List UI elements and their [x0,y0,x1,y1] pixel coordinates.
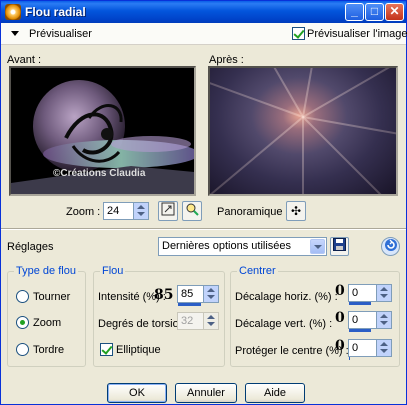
blur-type-title: Type de flou [14,265,78,277]
zoom-value: 24 [107,205,120,217]
preview-bar: Prévisualiser Prévisualiser l'image [1,23,407,45]
reset-button[interactable] [381,237,400,256]
title-bar[interactable]: Flou radial _ □ ✕ [1,1,406,23]
after-preview-image [208,66,398,196]
fit-zoom-button[interactable] [158,201,178,221]
torsion-stepper-arrows[interactable] [203,313,218,329]
preview-label: Prévisualiser [29,28,92,40]
intensity-value: 85 [181,288,194,300]
vert-offset-display: 0 [335,310,345,326]
magnifier-icon [186,203,199,216]
protect-center-stepper-arrows[interactable] [376,340,391,356]
before-watermark: ©Créations Claudia [53,168,146,179]
intensity-value-display: 85 [154,287,174,303]
minimize-button[interactable]: _ [345,3,364,21]
before-preview-image: ©Créations Claudia [9,66,196,196]
maximize-button[interactable]: □ [365,3,384,21]
presets-dropdown[interactable]: Dernières options utilisées [158,237,327,256]
elliptique-label: Elliptique [116,344,161,356]
window-title: Flou radial [25,5,86,19]
vert-offset-label: Décalage vert. (%) : [235,318,333,330]
protect-center-level-bar [349,357,350,360]
before-label: Avant : [7,54,42,66]
radio-tourner[interactable] [16,290,29,303]
radio-zoom[interactable] [16,316,29,329]
horiz-offset-value: 0 [352,287,359,299]
help-button[interactable]: Aide [245,383,305,403]
horiz-offset-level-bar [349,302,371,305]
intensity-spinbox[interactable]: 85 [177,285,219,306]
radio-tourner-label: Tourner [33,291,71,303]
vert-offset-value: 0 [352,314,359,326]
horiz-offset-label: Décalage horiz. (%) : [235,291,338,303]
torsion-value: 32 [181,315,194,327]
radio-zoom-label: Zoom [33,317,62,329]
vert-offset-level-bar [349,329,371,332]
chevron-down-icon[interactable] [310,239,325,254]
collapse-triangle-icon[interactable] [11,31,19,36]
app-icon [5,4,21,20]
pan-button[interactable]: ✣ [286,201,306,221]
horiz-offset-display: 0 [335,283,345,299]
fit-window-icon [161,202,175,216]
protect-center-label: Protéger le centre (%) : [235,345,349,357]
center-group: Centrer Décalage horiz. (%) : 0 0 Décala… [230,265,400,367]
preview-image-checkbox[interactable] [292,27,305,40]
horiz-offset-spinbox[interactable]: 0 [348,284,392,305]
refresh-icon [384,239,397,251]
close-button[interactable]: ✕ [385,3,404,21]
blur-title: Flou [100,265,126,277]
center-title: Centrer [237,265,278,277]
vert-offset-spinbox[interactable]: 0 [348,311,392,332]
zoom-tool-button[interactable] [182,201,202,221]
cancel-button[interactable]: Annuler [175,383,237,403]
protect-center-spinbox[interactable]: 0 [348,339,392,360]
panoramique-label: Panoramique : [217,206,289,218]
intensity-stepper-arrows[interactable] [203,286,218,302]
save-disk-icon [333,238,346,251]
dialog-window: Flou radial _ □ ✕ Prévisualiser Prévisua… [0,0,407,405]
preview-image-label: Prévisualiser l'image [307,28,407,40]
blur-type-group: Type de flou Tourner Zoom Tordre [7,265,86,367]
vert-offset-stepper-arrows[interactable] [376,312,391,328]
elliptique-checkbox[interactable] [100,343,113,356]
radio-tordre-label: Tordre [33,344,65,356]
intensity-level-bar [178,303,201,306]
protect-center-value: 0 [352,342,359,354]
protect-center-display: 0 [335,338,345,354]
torsion-spinbox[interactable]: 32 [177,312,219,330]
zoom-label: Zoom : [66,206,101,218]
zoom-stepper-arrows[interactable] [133,203,148,219]
presets-selected: Dernières options utilisées [162,240,292,252]
after-label: Après : [209,54,244,66]
radio-tordre[interactable] [16,343,29,356]
horiz-offset-stepper-arrows[interactable] [376,285,391,301]
save-preset-button[interactable] [330,237,349,256]
zoom-spinbox[interactable]: 24 [103,202,149,220]
blur-group: Flou Intensité (%) : 85 85 Degrés de tor… [93,265,225,367]
move-crosshair-icon: ✣ [290,204,302,218]
reglages-label: Réglages [7,241,54,253]
ok-button[interactable]: OK [107,383,167,403]
